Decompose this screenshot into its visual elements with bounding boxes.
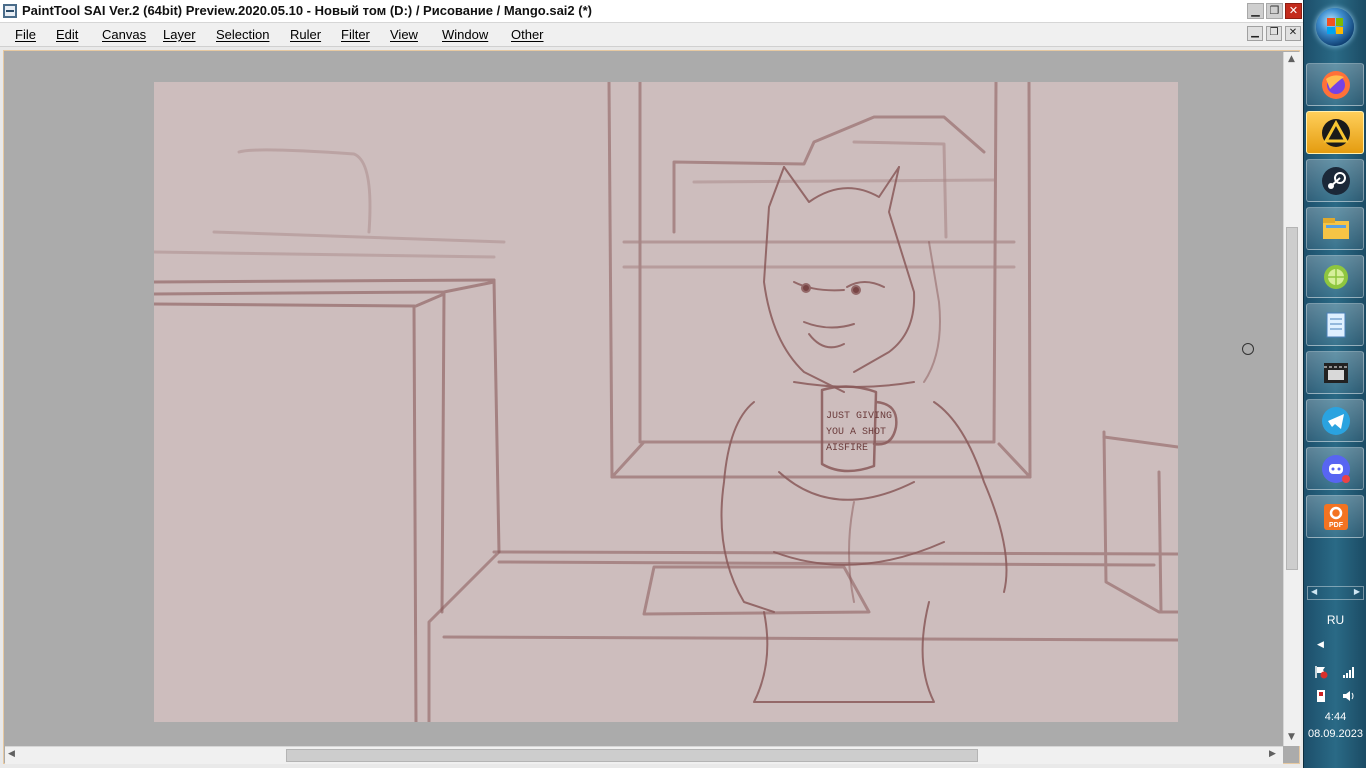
document-restore-button[interactable]: ❐ bbox=[1266, 26, 1282, 41]
volume-icon[interactable] bbox=[1342, 689, 1356, 703]
menu-ruler[interactable]: Ruler bbox=[290, 27, 321, 42]
brush-cursor bbox=[1242, 343, 1254, 355]
menu-filter[interactable]: Filter bbox=[341, 27, 370, 42]
clock-time[interactable]: 4:44 bbox=[1304, 711, 1366, 723]
taskbar-foxit-pdf[interactable]: PDF bbox=[1306, 495, 1364, 538]
foxit-pdf-icon: PDF bbox=[1324, 504, 1348, 530]
taskbar-scroll-left-icon[interactable]: ◀ bbox=[1311, 587, 1317, 596]
taskbar-media-player[interactable] bbox=[1306, 351, 1364, 394]
lime-app-icon bbox=[1324, 265, 1348, 289]
document-minimize-button[interactable]: ▁ bbox=[1247, 26, 1263, 41]
taskbar-launcher[interactable] bbox=[1306, 111, 1364, 154]
restore-button[interactable]: ❐ bbox=[1266, 3, 1283, 19]
taskbar-notepad[interactable] bbox=[1306, 303, 1364, 346]
title-bar: PaintTool SAI Ver.2 (64bit) Preview.2020… bbox=[0, 0, 1303, 23]
taskbar-explorer[interactable] bbox=[1306, 207, 1364, 250]
taskbar-steam[interactable] bbox=[1306, 159, 1364, 202]
pdf-label: PDF bbox=[1329, 522, 1344, 529]
vertical-scrollbar[interactable]: ▲ ▼ bbox=[1283, 52, 1301, 746]
menu-file[interactable]: File bbox=[15, 27, 36, 42]
sketch-drawing: JUST GIVING YOU A SHOT AISFIRE bbox=[152, 80, 1180, 724]
scroll-left-arrow-icon[interactable]: ◀ bbox=[8, 749, 15, 759]
telegram-icon bbox=[1322, 407, 1350, 435]
arma-launcher-icon bbox=[1322, 119, 1350, 147]
document-close-button[interactable]: ✕ bbox=[1285, 26, 1301, 41]
windows-logo-icon bbox=[1327, 18, 1343, 34]
menu-selection[interactable]: Selection bbox=[216, 27, 269, 42]
painttool-sai-icon bbox=[3, 4, 17, 18]
taskbar-firefox[interactable] bbox=[1306, 63, 1364, 106]
action-center-flag-icon[interactable] bbox=[1314, 665, 1328, 679]
taskbar-scroll-right-icon[interactable]: ▶ bbox=[1354, 587, 1360, 596]
start-button[interactable] bbox=[1316, 8, 1354, 46]
language-indicator[interactable]: RU bbox=[1304, 613, 1366, 627]
taskbar-scroll[interactable]: ◀ ▶ bbox=[1307, 586, 1364, 600]
usb-device-icon[interactable] bbox=[1314, 689, 1328, 703]
scroll-down-arrow-icon[interactable]: ▼ bbox=[1288, 732, 1295, 742]
scroll-up-arrow-icon[interactable]: ▲ bbox=[1288, 54, 1295, 64]
firefox-icon bbox=[1322, 71, 1350, 99]
menu-edit[interactable]: Edit bbox=[56, 27, 78, 42]
window-title: PaintTool SAI Ver.2 (64bit) Preview.2020… bbox=[22, 3, 592, 18]
horizontal-scrollbar[interactable]: ◀ ▶ bbox=[5, 746, 1283, 764]
mug-text-line-2: YOU A SHOT bbox=[826, 427, 886, 438]
taskbar: PDF ◀ ▶ RU ◀ 4:44 08.09.2023 bbox=[1303, 0, 1366, 768]
network-signal-icon[interactable] bbox=[1342, 665, 1356, 679]
taskbar-lime-app[interactable] bbox=[1306, 255, 1364, 298]
taskbar-telegram[interactable] bbox=[1306, 399, 1364, 442]
drawing-canvas[interactable]: JUST GIVING YOU A SHOT AISFIRE bbox=[152, 80, 1180, 724]
mug-text-line-1: JUST GIVING bbox=[826, 411, 892, 422]
minimize-button[interactable]: ▁ bbox=[1247, 3, 1264, 19]
mug-text-line-3: AISFIRE bbox=[826, 443, 868, 454]
close-button[interactable]: ✕ bbox=[1285, 3, 1302, 19]
menu-bar: File Edit Canvas Layer Selection Ruler F… bbox=[0, 23, 1303, 47]
horizontal-scroll-thumb[interactable] bbox=[286, 749, 978, 762]
show-hidden-icons-icon[interactable]: ◀ bbox=[1317, 640, 1324, 650]
notepad-icon bbox=[1326, 312, 1346, 338]
menu-layer[interactable]: Layer bbox=[163, 27, 196, 42]
taskbar-discord[interactable] bbox=[1306, 447, 1364, 490]
menu-canvas[interactable]: Canvas bbox=[102, 27, 146, 42]
menu-view[interactable]: View bbox=[390, 27, 418, 42]
steam-icon bbox=[1322, 167, 1350, 195]
menu-window[interactable]: Window bbox=[442, 27, 488, 42]
scroll-right-arrow-icon[interactable]: ▶ bbox=[1269, 749, 1276, 759]
media-player-classic-icon bbox=[1324, 363, 1348, 383]
discord-icon bbox=[1322, 455, 1350, 483]
file-explorer-icon bbox=[1323, 218, 1349, 239]
menu-other[interactable]: Other bbox=[511, 27, 544, 42]
vertical-scroll-thumb[interactable] bbox=[1286, 227, 1298, 570]
clock-date[interactable]: 08.09.2023 bbox=[1304, 728, 1366, 740]
